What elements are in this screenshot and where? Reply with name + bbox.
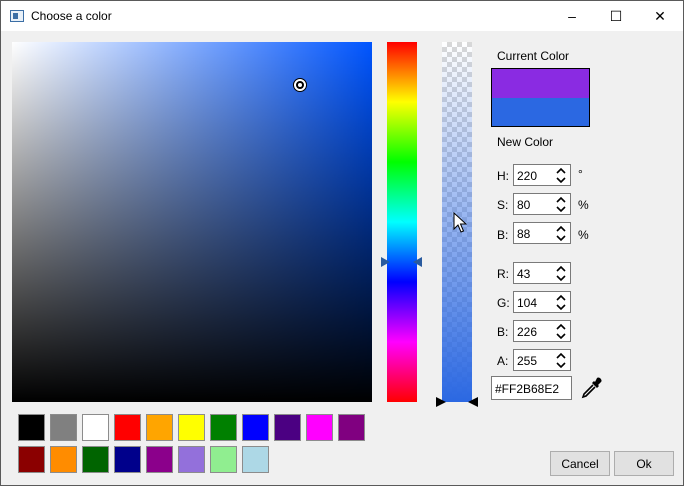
palette-swatch[interactable]	[210, 446, 237, 473]
current-color-top	[492, 69, 589, 98]
new-color-label: New Color	[497, 135, 554, 149]
hue-input[interactable]: 220	[513, 164, 571, 186]
green-input[interactable]: 104	[513, 291, 571, 313]
mouse-cursor-icon	[453, 212, 467, 233]
alpha-left-arrow-icon[interactable]	[436, 397, 446, 407]
brightness-gradient	[12, 42, 372, 402]
alpha-label: A:	[497, 354, 509, 368]
green-down-chevron-icon[interactable]	[556, 303, 566, 312]
saturation-input[interactable]: 80	[513, 193, 571, 215]
window-title: Choose a color	[31, 9, 112, 23]
palette-swatch[interactable]	[18, 414, 45, 441]
palette-swatch[interactable]	[50, 446, 77, 473]
hex-input[interactable]: #FF2B68E2	[491, 376, 572, 400]
alpha-input[interactable]: 255	[513, 349, 571, 371]
new-color-preview	[492, 97, 589, 126]
current-color-swatch	[491, 68, 590, 127]
blue-value[interactable]: 226	[517, 325, 537, 339]
ok-button[interactable]: Ok	[614, 451, 674, 476]
hue-value[interactable]: 220	[517, 169, 537, 183]
green-label: G:	[497, 296, 510, 310]
palette-swatch[interactable]	[178, 446, 205, 473]
saturation-up-chevron-icon[interactable]	[556, 195, 566, 204]
alpha-right-arrow-icon[interactable]	[468, 397, 478, 407]
hue-left-arrow-icon[interactable]	[381, 257, 390, 267]
maximize-button[interactable]: ☐	[593, 1, 639, 31]
brightness-label: B:	[497, 228, 509, 242]
blue-down-chevron-icon[interactable]	[556, 332, 566, 341]
palette-swatch[interactable]	[242, 446, 269, 473]
saturation-brightness-area[interactable]	[12, 42, 372, 402]
eyedropper-icon[interactable]	[579, 375, 605, 401]
brightness-value[interactable]: 88	[517, 227, 530, 241]
brightness-unit: %	[578, 228, 589, 242]
palette-swatch[interactable]	[242, 414, 269, 441]
red-up-chevron-icon[interactable]	[556, 264, 566, 273]
palette-swatch[interactable]	[306, 414, 333, 441]
palette-swatch[interactable]	[114, 446, 141, 473]
title-bar: Choose a color – ☐ ✕	[1, 1, 683, 31]
palette-swatch[interactable]	[146, 414, 173, 441]
red-input[interactable]: 43	[513, 262, 571, 284]
saturation-label: S:	[497, 198, 509, 212]
palette-swatch[interactable]	[274, 414, 301, 441]
palette-swatch[interactable]	[338, 414, 365, 441]
palette-swatch[interactable]	[18, 446, 45, 473]
palette-swatch[interactable]	[82, 414, 109, 441]
hue-slider[interactable]	[387, 42, 417, 402]
saturation-value[interactable]: 80	[517, 198, 530, 212]
palette-swatch[interactable]	[178, 414, 205, 441]
cancel-button[interactable]: Cancel	[550, 451, 610, 476]
red-down-chevron-icon[interactable]	[556, 274, 566, 283]
current-color-label: Current Color	[497, 49, 570, 63]
color-dialog: Choose a color – ☐ ✕ Current Color New C…	[0, 0, 684, 486]
blue-up-chevron-icon[interactable]	[556, 322, 566, 331]
green-up-chevron-icon[interactable]	[556, 293, 566, 302]
palette-swatch[interactable]	[146, 446, 173, 473]
hue-right-arrow-icon[interactable]	[413, 257, 422, 267]
app-icon	[10, 10, 24, 22]
palette-swatch[interactable]	[50, 414, 77, 441]
saturation-unit: %	[578, 198, 589, 212]
red-value[interactable]: 43	[517, 267, 530, 281]
palette-swatch[interactable]	[210, 414, 237, 441]
brightness-down-chevron-icon[interactable]	[556, 234, 566, 243]
close-button[interactable]: ✕	[637, 1, 683, 31]
hue-unit: °	[578, 167, 583, 181]
alpha-down-chevron-icon[interactable]	[556, 361, 566, 370]
palette-swatch[interactable]	[114, 414, 141, 441]
palette-swatch[interactable]	[82, 446, 109, 473]
blue-input[interactable]: 226	[513, 320, 571, 342]
minimize-button[interactable]: –	[549, 1, 595, 31]
saturation-down-chevron-icon[interactable]	[556, 205, 566, 214]
alpha-value[interactable]: 255	[517, 354, 537, 368]
green-value[interactable]: 104	[517, 296, 537, 310]
color-selector-handle[interactable]	[294, 79, 306, 92]
alpha-up-chevron-icon[interactable]	[556, 351, 566, 360]
brightness-input[interactable]: 88	[513, 222, 571, 244]
hex-value[interactable]: #FF2B68E2	[495, 382, 559, 396]
hue-up-chevron-icon[interactable]	[556, 166, 566, 175]
hue-down-chevron-icon[interactable]	[556, 176, 566, 185]
red-label: R:	[497, 267, 509, 281]
hue-label: H:	[497, 169, 509, 183]
blue-label: B:	[497, 325, 509, 339]
brightness-up-chevron-icon[interactable]	[556, 224, 566, 233]
